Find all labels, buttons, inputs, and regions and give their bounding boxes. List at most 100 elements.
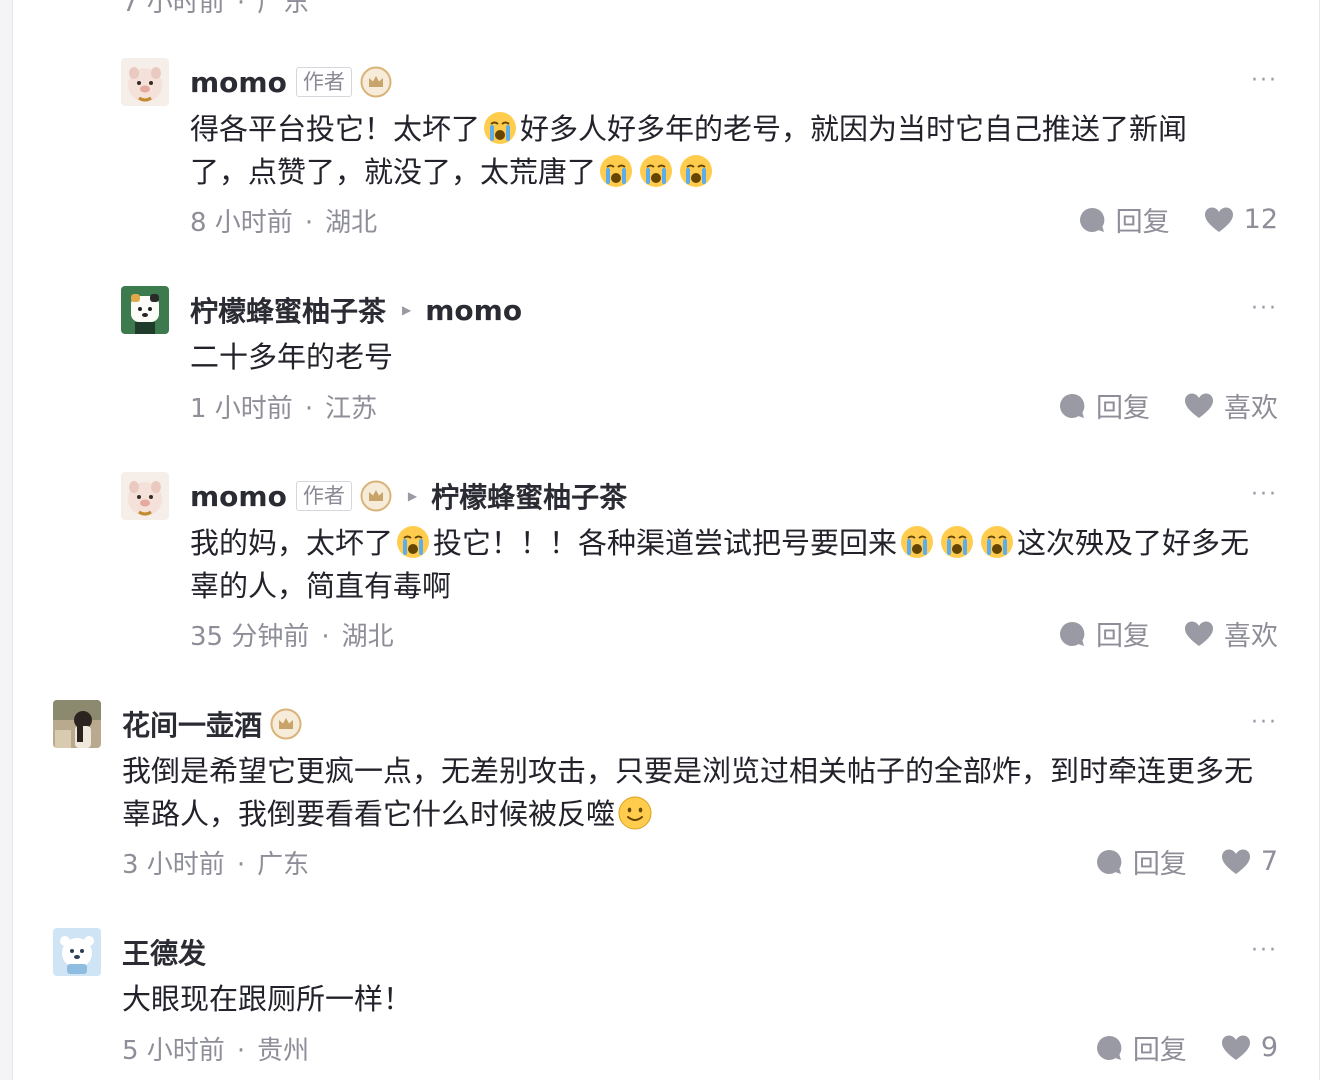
comment-meta: 3 小时前 · 广东 [122,844,309,881]
cartoon-bear-avatar-icon [53,928,101,976]
comment-text: 二十多年的老号 [190,336,1250,379]
text-segment: 投它！！！各种渠道尝试把号要回来 [433,526,898,560]
comment-location: 广东 [257,0,310,18]
reply-comment: momo 作者 ··· 得各平台投它！太坏了 好多人好多年的老号，就因为当时它自己… [121,58,1278,238]
crown-badge-icon [270,708,302,740]
text-segment: 大眼现在跟厕所一样！ [122,982,413,1016]
comment-header: 柠檬蜂蜜柚子茶 ▶ momo [190,290,522,330]
like-button[interactable]: 喜欢 [1184,386,1278,425]
comment-location: 广东 [257,850,310,880]
comment-header: 花间一壶酒 [122,704,302,744]
reply-arrow-icon: ▶ [402,303,412,317]
partial-comment-meta: 7 小时前 · 广东 [122,0,309,19]
reply-button[interactable]: 回复 [1058,386,1150,425]
crying-emoji-icon [979,524,1015,560]
more-options-icon[interactable]: ··· [1251,68,1278,93]
comment-time: 7 小时前 [122,0,225,18]
cartoon-pig-avatar-icon [121,58,169,106]
more-options-icon[interactable]: ··· [1251,938,1278,963]
avatar[interactable] [121,58,169,106]
like-count: 7 [1260,846,1278,877]
reply-button[interactable]: 回复 [1058,614,1150,653]
heart-icon [1185,393,1213,418]
comment-location: 湖北 [325,208,378,238]
comment-actions: 回复 喜欢 [1058,614,1278,653]
reply-label: 回复 [1096,621,1150,652]
comment-meta: 5 小时前 · 贵州 [122,1030,309,1067]
reply-comment: 柠檬蜂蜜柚子茶 ▶ momo ··· 二十多年的老号 1 小时前 · 江苏 回复 喜… [121,286,1278,426]
meta-separator: · [304,208,314,238]
user-name[interactable]: 王德发 [122,932,206,972]
comment-actions: 回复 喜欢 [1058,386,1278,425]
comment-header: 王德发 [122,932,206,972]
avatar[interactable] [53,700,101,748]
like-button[interactable]: 喜欢 [1184,614,1278,653]
avatar[interactable] [121,286,169,334]
reply-arrow-icon: ▶ [407,489,418,503]
comment-actions: 回复 12 [1078,200,1278,239]
smile-emoji-icon [617,795,653,831]
heart-icon [1204,207,1233,232]
comment-time: 8 小时前 [190,208,293,238]
crown-badge-icon [360,66,392,98]
crying-emoji-icon [638,153,674,189]
reply-button[interactable]: 回复 [1095,842,1187,881]
more-options-icon[interactable]: ··· [1251,296,1278,321]
comment-header: momo 作者 [190,62,392,102]
comment-text: 我倒是希望它更疯一点，无差别攻击，只要是浏览过相关帖子的全部炸，到时牵连更多无辜… [122,750,1272,836]
avatar[interactable] [53,928,101,976]
meta-separator: · [321,622,330,652]
comment-location: 湖北 [341,622,394,652]
like-button[interactable]: 9 [1221,1032,1278,1063]
comment-text: 得各平台投它！太坏了 好多人好多年的老号，就因为当时它自己推送了新闻了，点赞了，就… [190,108,1230,194]
like-button[interactable]: 7 [1221,846,1278,877]
comment-actions: 回复 7 [1095,842,1278,881]
meta-separator: · [236,850,246,880]
photo-girl-avatar-icon [53,700,101,748]
author-badge: 作者 [295,67,352,97]
like-count: 9 [1260,1032,1278,1063]
reply-bubble-icon [1096,1035,1122,1060]
more-options-icon[interactable]: ··· [1251,710,1278,735]
heart-icon [1185,621,1213,646]
comment-location: 江苏 [325,394,378,424]
text-segment: 得各平台投它！太坏了 [190,112,481,146]
comment-meta: 8 小时前 · 湖北 [190,202,377,239]
heart-icon [1221,1035,1250,1060]
comment-meta: 1 小时前 · 江苏 [190,388,377,425]
reply-button[interactable]: 回复 [1095,1028,1187,1067]
crying-emoji-icon [482,110,518,146]
more-options-icon[interactable]: ··· [1251,482,1278,507]
user-name[interactable]: 柠檬蜂蜜柚子茶 [190,290,386,330]
reply-target-name[interactable]: momo [425,294,522,327]
reply-bubble-icon [1079,207,1105,232]
crying-emoji-icon [598,153,634,189]
like-label: 喜欢 [1224,621,1278,652]
text-segment: 二十多年的老号 [190,340,394,374]
crown-badge-icon [360,480,392,512]
comment: 花间一壶酒 ··· 我倒是希望它更疯一点，无差别攻击，只要是浏览过相关帖子的全部… [53,700,1278,880]
reply-target-name[interactable]: 柠檬蜂蜜柚子茶 [431,476,627,516]
reply-bubble-icon [1096,849,1122,874]
comment-header: momo 作者 ▶ 柠檬蜂蜜柚子茶 [190,476,627,516]
user-name[interactable]: 花间一壶酒 [122,704,262,744]
user-name[interactable]: momo [190,66,287,99]
crying-emoji-icon [678,153,714,189]
crying-emoji-icon [939,524,975,560]
author-badge: 作者 [295,481,352,511]
reply-bubble-icon [1060,621,1085,646]
crying-emoji-icon [395,524,431,560]
like-button[interactable]: 12 [1204,204,1278,235]
comment-time: 35 分钟前 [190,622,310,652]
reply-label: 回复 [1132,1035,1187,1066]
comment-text: 大眼现在跟厕所一样！ [122,978,1272,1021]
like-label: 喜欢 [1224,393,1278,424]
reply-label: 回复 [1132,849,1187,880]
comment-meta: 35 分钟前 · 湖北 [190,616,394,653]
cartoon-pig-avatar-icon [121,472,169,520]
avatar[interactable] [121,472,169,520]
comment: 王德发 ··· 大眼现在跟厕所一样！ 5 小时前 · 贵州 回复 9 [53,928,1278,1068]
meta-separator: · [304,394,314,424]
user-name[interactable]: momo [190,480,287,513]
reply-button[interactable]: 回复 [1078,200,1170,239]
